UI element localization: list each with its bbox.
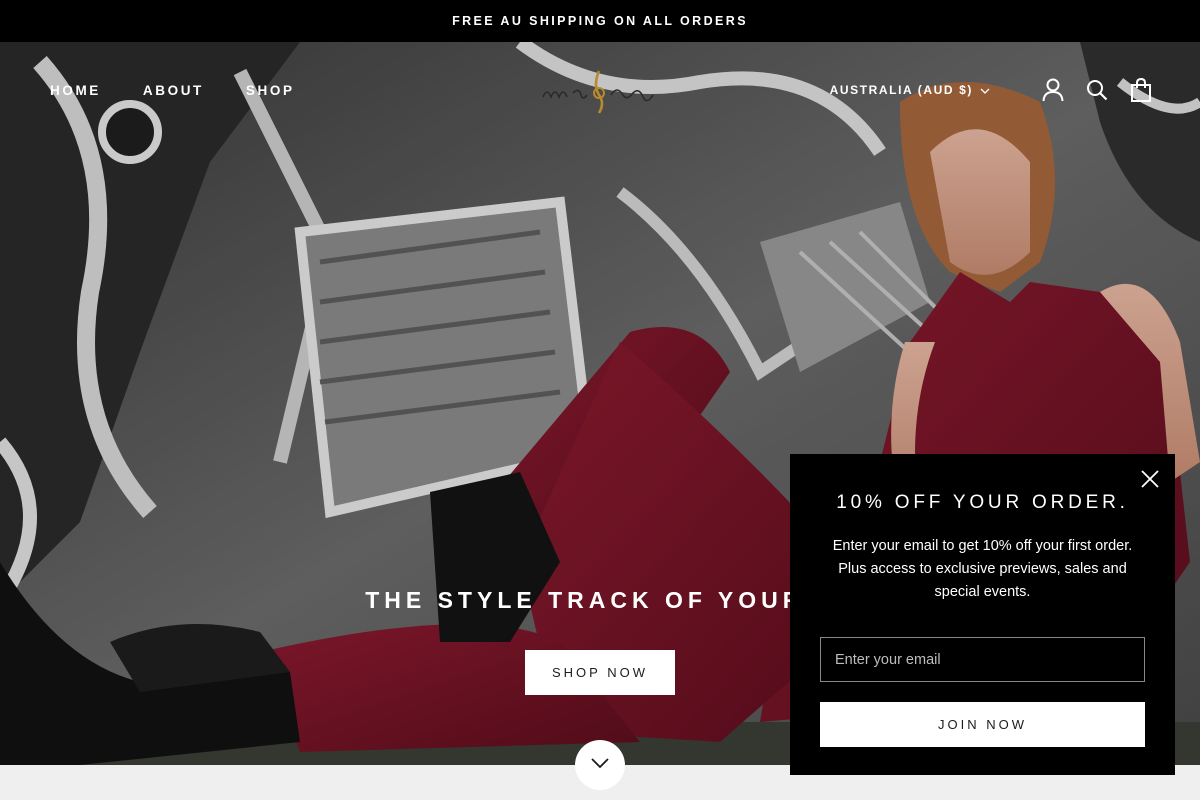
- announcement-text: FREE AU SHIPPING ON ALL ORDERS: [452, 14, 748, 28]
- user-icon[interactable]: [1042, 78, 1064, 102]
- shop-now-button[interactable]: SHOP NOW: [525, 650, 675, 695]
- currency-selector[interactable]: AUSTRALIA (AUD $): [830, 83, 990, 97]
- nav-about[interactable]: ABOUT: [143, 83, 204, 98]
- nav-home[interactable]: HOME: [50, 83, 101, 98]
- chevron-down-icon: [980, 83, 990, 97]
- main-nav: HOME ABOUT SHOP: [50, 83, 337, 98]
- nav-shop[interactable]: SHOP: [246, 83, 295, 98]
- currency-label: AUSTRALIA (AUD $): [829, 83, 973, 97]
- popup-title: 10% OFF YOUR ORDER.: [836, 492, 1129, 513]
- shopping-bag-icon[interactable]: [1130, 78, 1152, 102]
- brand-logo[interactable]: [535, 65, 665, 117]
- email-input[interactable]: [820, 637, 1145, 682]
- popup-description: Enter your email to get 10% off your fir…: [832, 538, 1133, 600]
- newsletter-popup: 10% OFF YOUR ORDER. Enter your email to …: [790, 454, 1175, 775]
- join-now-button[interactable]: JOIN NOW: [820, 702, 1145, 747]
- scroll-down-button[interactable]: [575, 740, 625, 790]
- search-icon[interactable]: [1086, 79, 1108, 101]
- header-actions: AUSTRALIA (AUD $): [830, 78, 1152, 102]
- site-header: HOME ABOUT SHOP AUSTRALIA (AUD $): [0, 42, 1200, 140]
- chevron-down-icon: [590, 756, 610, 774]
- close-icon[interactable]: [1141, 470, 1159, 488]
- announcement-bar: FREE AU SHIPPING ON ALL ORDERS: [0, 0, 1200, 42]
